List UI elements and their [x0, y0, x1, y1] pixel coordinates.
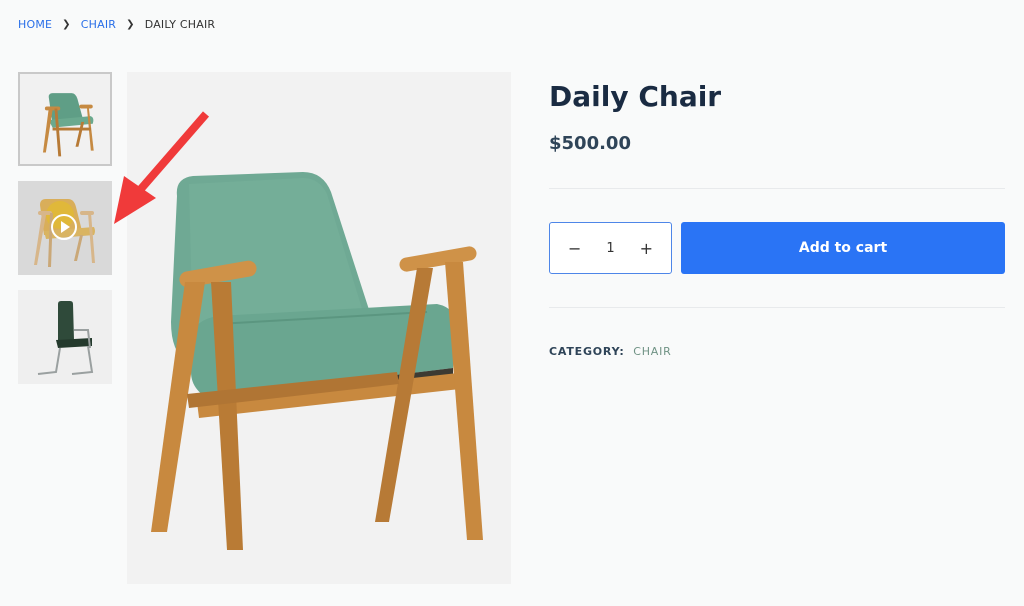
breadcrumb-home[interactable]: HOME: [18, 18, 52, 31]
main-product-image[interactable]: [127, 72, 511, 584]
add-to-cart-button[interactable]: Add to cart: [681, 222, 1005, 274]
divider: [549, 307, 1005, 308]
thumbnail-dark-green-office-chair[interactable]: [18, 290, 112, 384]
breadcrumb-current: DAILY CHAIR: [144, 18, 216, 31]
product-title: Daily Chair: [549, 80, 722, 113]
category-label: CATEGORY:: [549, 345, 625, 358]
divider: [549, 188, 1005, 189]
increment-button[interactable]: +: [640, 239, 653, 258]
quantity-input[interactable]: 1: [606, 241, 614, 256]
green-armchair-image: [151, 172, 483, 550]
product-price: $500.00: [549, 133, 631, 154]
product-info: Daily Chair $500.00 − 1 + Add to cart CA…: [549, 72, 1005, 358]
category-link[interactable]: CHAIR: [633, 345, 671, 358]
dark-green-office-chair-image: [37, 301, 94, 375]
thumbnail-green-armchair[interactable]: [18, 72, 112, 166]
thumbnail-yellow-armchair-video[interactable]: [18, 181, 112, 275]
chevron-right-icon: ❯: [62, 19, 71, 30]
chevron-right-icon: ❯: [126, 19, 135, 30]
decrement-button[interactable]: −: [568, 239, 581, 258]
add-to-cart-row: − 1 + Add to cart: [549, 222, 1005, 274]
quantity-stepper[interactable]: − 1 +: [549, 222, 672, 274]
product-category: CATEGORY: CHAIR: [549, 345, 672, 358]
breadcrumb: HOME ❯ CHAIR ❯ DAILY CHAIR: [18, 18, 215, 31]
thumbnail-list: [18, 72, 112, 399]
play-icon[interactable]: [51, 214, 77, 240]
breadcrumb-chair[interactable]: CHAIR: [81, 18, 116, 31]
green-armchair-image: [42, 93, 94, 157]
